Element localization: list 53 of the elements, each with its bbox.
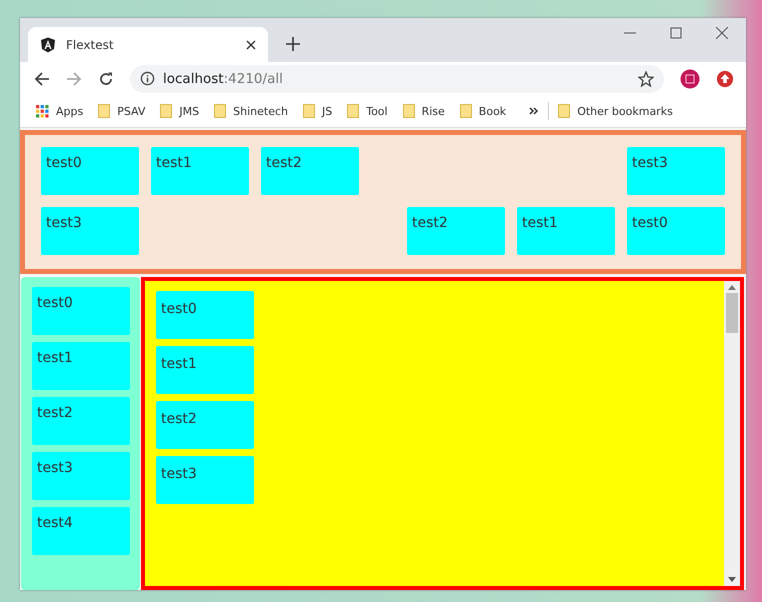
flex-item: test1 (517, 207, 615, 255)
reload-icon[interactable] (98, 70, 114, 86)
address-bar[interactable]: localhost:4210/all (130, 64, 664, 92)
apps-grid-icon (36, 104, 49, 118)
bookmark[interactable]: JS (302, 104, 332, 118)
scroll-down-arrow-icon[interactable] (728, 577, 736, 583)
back-arrow-icon[interactable] (34, 70, 50, 86)
flex-item: test2 (156, 401, 254, 449)
bookmark[interactable]: PSAV (98, 104, 146, 118)
flex-item: test0 (627, 207, 725, 255)
flex-item: test2 (32, 397, 130, 445)
new-tab-icon[interactable] (286, 37, 300, 51)
bookmark[interactable]: Rise (402, 104, 445, 118)
flex-item: test3 (627, 147, 725, 195)
browser-tab[interactable]: Flextest (28, 27, 268, 62)
folder-icon (160, 104, 172, 118)
extension-icon[interactable] (680, 68, 700, 88)
bookmark[interactable]: Apps (36, 104, 84, 118)
folder-icon (214, 104, 226, 118)
flex-item: test1 (156, 346, 254, 394)
bookmark[interactable]: Book (460, 104, 506, 118)
folder-icon (402, 104, 415, 118)
flex-item: test2 (407, 207, 505, 255)
flex-item: test2 (261, 147, 359, 195)
flex-item: test0 (156, 291, 254, 339)
folder-icon (460, 104, 472, 118)
bookmark[interactable]: JMS (160, 104, 200, 118)
scrollbar[interactable] (724, 281, 740, 586)
shield-logo-icon (40, 36, 56, 52)
folder-icon (347, 104, 360, 118)
flex-item: test3 (41, 207, 139, 255)
flex-item: test0 (41, 147, 139, 195)
folder-icon (302, 104, 315, 118)
close-icon[interactable] (716, 27, 728, 39)
info-icon (140, 71, 155, 86)
bookmark[interactable]: Other bookmarks (558, 104, 673, 118)
folder-icon (98, 104, 110, 118)
flex-item: test4 (32, 507, 130, 555)
scrollbar-thumb[interactable] (726, 293, 738, 333)
flex-item: test3 (156, 456, 254, 504)
star-icon[interactable] (638, 70, 654, 86)
flex-item: test1 (151, 147, 249, 195)
flex-item: test1 (32, 342, 130, 390)
maximize-icon[interactable] (670, 27, 682, 39)
close-icon[interactable] (246, 40, 256, 50)
bookmark[interactable]: Shinetech (214, 104, 288, 118)
flex-item: test0 (32, 287, 130, 335)
chevron-icon[interactable] (529, 106, 540, 116)
scroll-up-arrow-icon[interactable] (728, 284, 736, 290)
folder-icon (558, 104, 570, 118)
flex-item: test3 (32, 452, 130, 500)
upload-icon[interactable] (716, 70, 734, 88)
bookmark[interactable]: Tool (347, 104, 388, 118)
